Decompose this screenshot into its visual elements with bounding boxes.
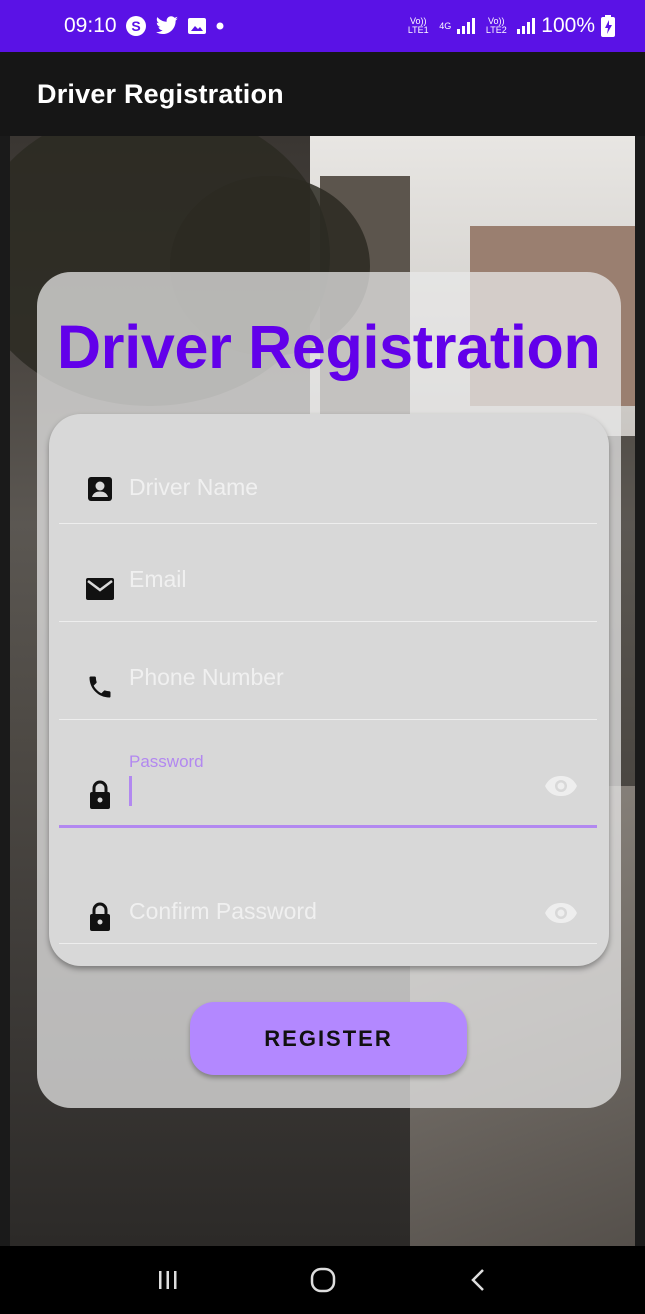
person-card-icon: [85, 474, 115, 504]
back-button[interactable]: [448, 1260, 508, 1300]
password-label: Password: [129, 752, 204, 771]
confirm-password-field[interactable]: Confirm Password: [59, 828, 597, 944]
register-button-label: REGISTER: [264, 1025, 393, 1051]
email-placeholder: Email: [129, 566, 187, 592]
battery-percent: 100%: [541, 14, 595, 37]
register-button[interactable]: REGISTER: [190, 1002, 467, 1075]
lock-icon: [85, 780, 115, 810]
battery-charging-icon: [601, 15, 615, 37]
lte2-label: Vo)) LTE2: [485, 16, 507, 35]
app-bar-title: Driver Registration: [37, 78, 284, 109]
network-type-label: 4G: [439, 20, 452, 31]
signal-icon: [517, 18, 536, 34]
recent-apps-button[interactable]: [138, 1260, 198, 1300]
show-confirm-password-eye-icon[interactable]: [543, 901, 579, 925]
dot-icon: [215, 21, 225, 31]
card-title: Driver Registration: [57, 313, 601, 381]
driver-name-field[interactable]: Driver Name: [59, 414, 597, 524]
driver-name-placeholder: Driver Name: [129, 474, 259, 500]
lock-icon: [85, 902, 115, 932]
app-bar: Driver Registration: [0, 52, 645, 136]
status-time: 09:10: [64, 14, 117, 37]
status-left: 09:10 S: [64, 14, 225, 38]
system-navigation-bar: [0, 1246, 645, 1314]
password-field[interactable]: Password: [59, 720, 597, 828]
lte1-label: Vo)) LTE1: [407, 16, 429, 35]
registration-card: Driver Registration Driver Name Email Ph…: [37, 272, 621, 1108]
registration-form: Driver Name Email Phone Number Password: [49, 414, 609, 966]
phone-number-field[interactable]: Phone Number: [59, 622, 597, 720]
signal-icon: [457, 18, 476, 34]
phone-number-placeholder: Phone Number: [129, 664, 284, 690]
gallery-icon: [187, 16, 207, 36]
phone-icon: [85, 672, 115, 702]
email-field[interactable]: Email: [59, 524, 597, 622]
svg-text:S: S: [131, 18, 140, 34]
show-password-eye-icon[interactable]: [543, 774, 579, 798]
confirm-password-placeholder: Confirm Password: [129, 898, 317, 924]
twitter-icon: [155, 16, 179, 36]
home-button[interactable]: [293, 1260, 353, 1300]
envelope-icon: [85, 574, 115, 604]
text-cursor: [129, 776, 132, 806]
status-right: Vo)) LTE1 4G Vo)) LTE2 100%: [403, 14, 615, 38]
status-bar: 09:10 S Vo)) LTE1 4G Vo)) LTE2 100%: [0, 0, 645, 52]
skype-icon: S: [125, 15, 147, 37]
